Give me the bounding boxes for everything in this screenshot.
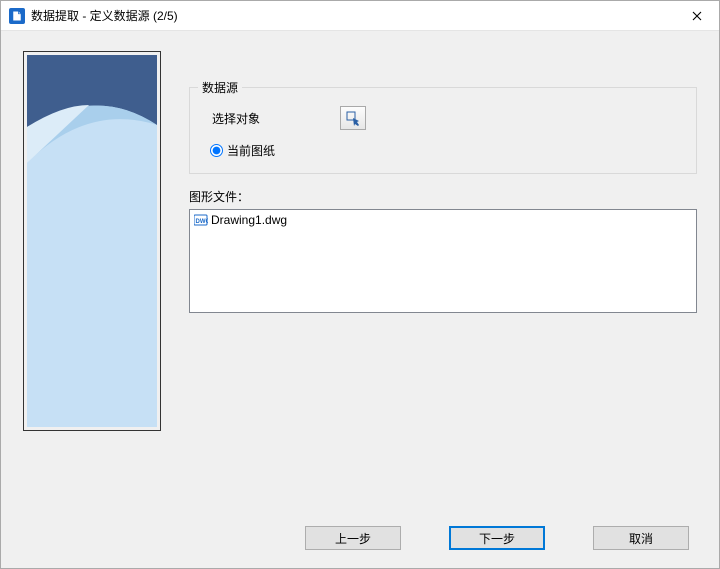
drawing-files-list[interactable]: DWG Drawing1.dwg — [189, 209, 697, 313]
data-source-group: 数据源 选择对象 当前图纸 — [189, 87, 697, 174]
select-objects-button[interactable] — [340, 106, 366, 130]
cancel-button[interactable]: 取消 — [593, 526, 689, 550]
current-drawing-radio[interactable]: 当前图纸 — [208, 142, 678, 159]
list-item[interactable]: DWG Drawing1.dwg — [194, 212, 692, 228]
close-icon — [692, 11, 702, 21]
current-drawing-radio-label: 当前图纸 — [227, 142, 275, 159]
dialog-window: 数据提取 - 定义数据源 (2/5) 数据源 — [0, 0, 720, 569]
select-objects-row: 选择对象 — [208, 106, 678, 130]
data-source-legend: 数据源 — [198, 79, 242, 96]
titlebar: 数据提取 - 定义数据源 (2/5) — [1, 1, 719, 31]
dwg-file-icon: DWG — [194, 214, 208, 226]
client-area: 数据源 选择对象 当前图纸 — [1, 31, 719, 568]
close-button[interactable] — [674, 1, 719, 31]
wizard-preview-panel — [23, 51, 161, 431]
select-objects-label: 选择对象 — [212, 110, 260, 127]
main-row: 数据源 选择对象 当前图纸 — [23, 51, 697, 500]
right-column: 数据源 选择对象 当前图纸 — [189, 51, 697, 500]
svg-text:DWG: DWG — [196, 219, 209, 225]
app-icon — [9, 8, 25, 24]
drawing-files-label: 图形文件： — [189, 188, 697, 205]
wizard-preview-image — [27, 55, 157, 427]
back-button[interactable]: 上一步 — [305, 526, 401, 550]
next-button[interactable]: 下一步 — [449, 526, 545, 550]
window-title: 数据提取 - 定义数据源 (2/5) — [31, 7, 674, 24]
wizard-button-row: 上一步 下一步 取消 — [23, 500, 697, 550]
file-name: Drawing1.dwg — [211, 213, 287, 227]
select-objects-icon — [345, 110, 361, 126]
current-drawing-radio-input[interactable] — [210, 144, 223, 157]
